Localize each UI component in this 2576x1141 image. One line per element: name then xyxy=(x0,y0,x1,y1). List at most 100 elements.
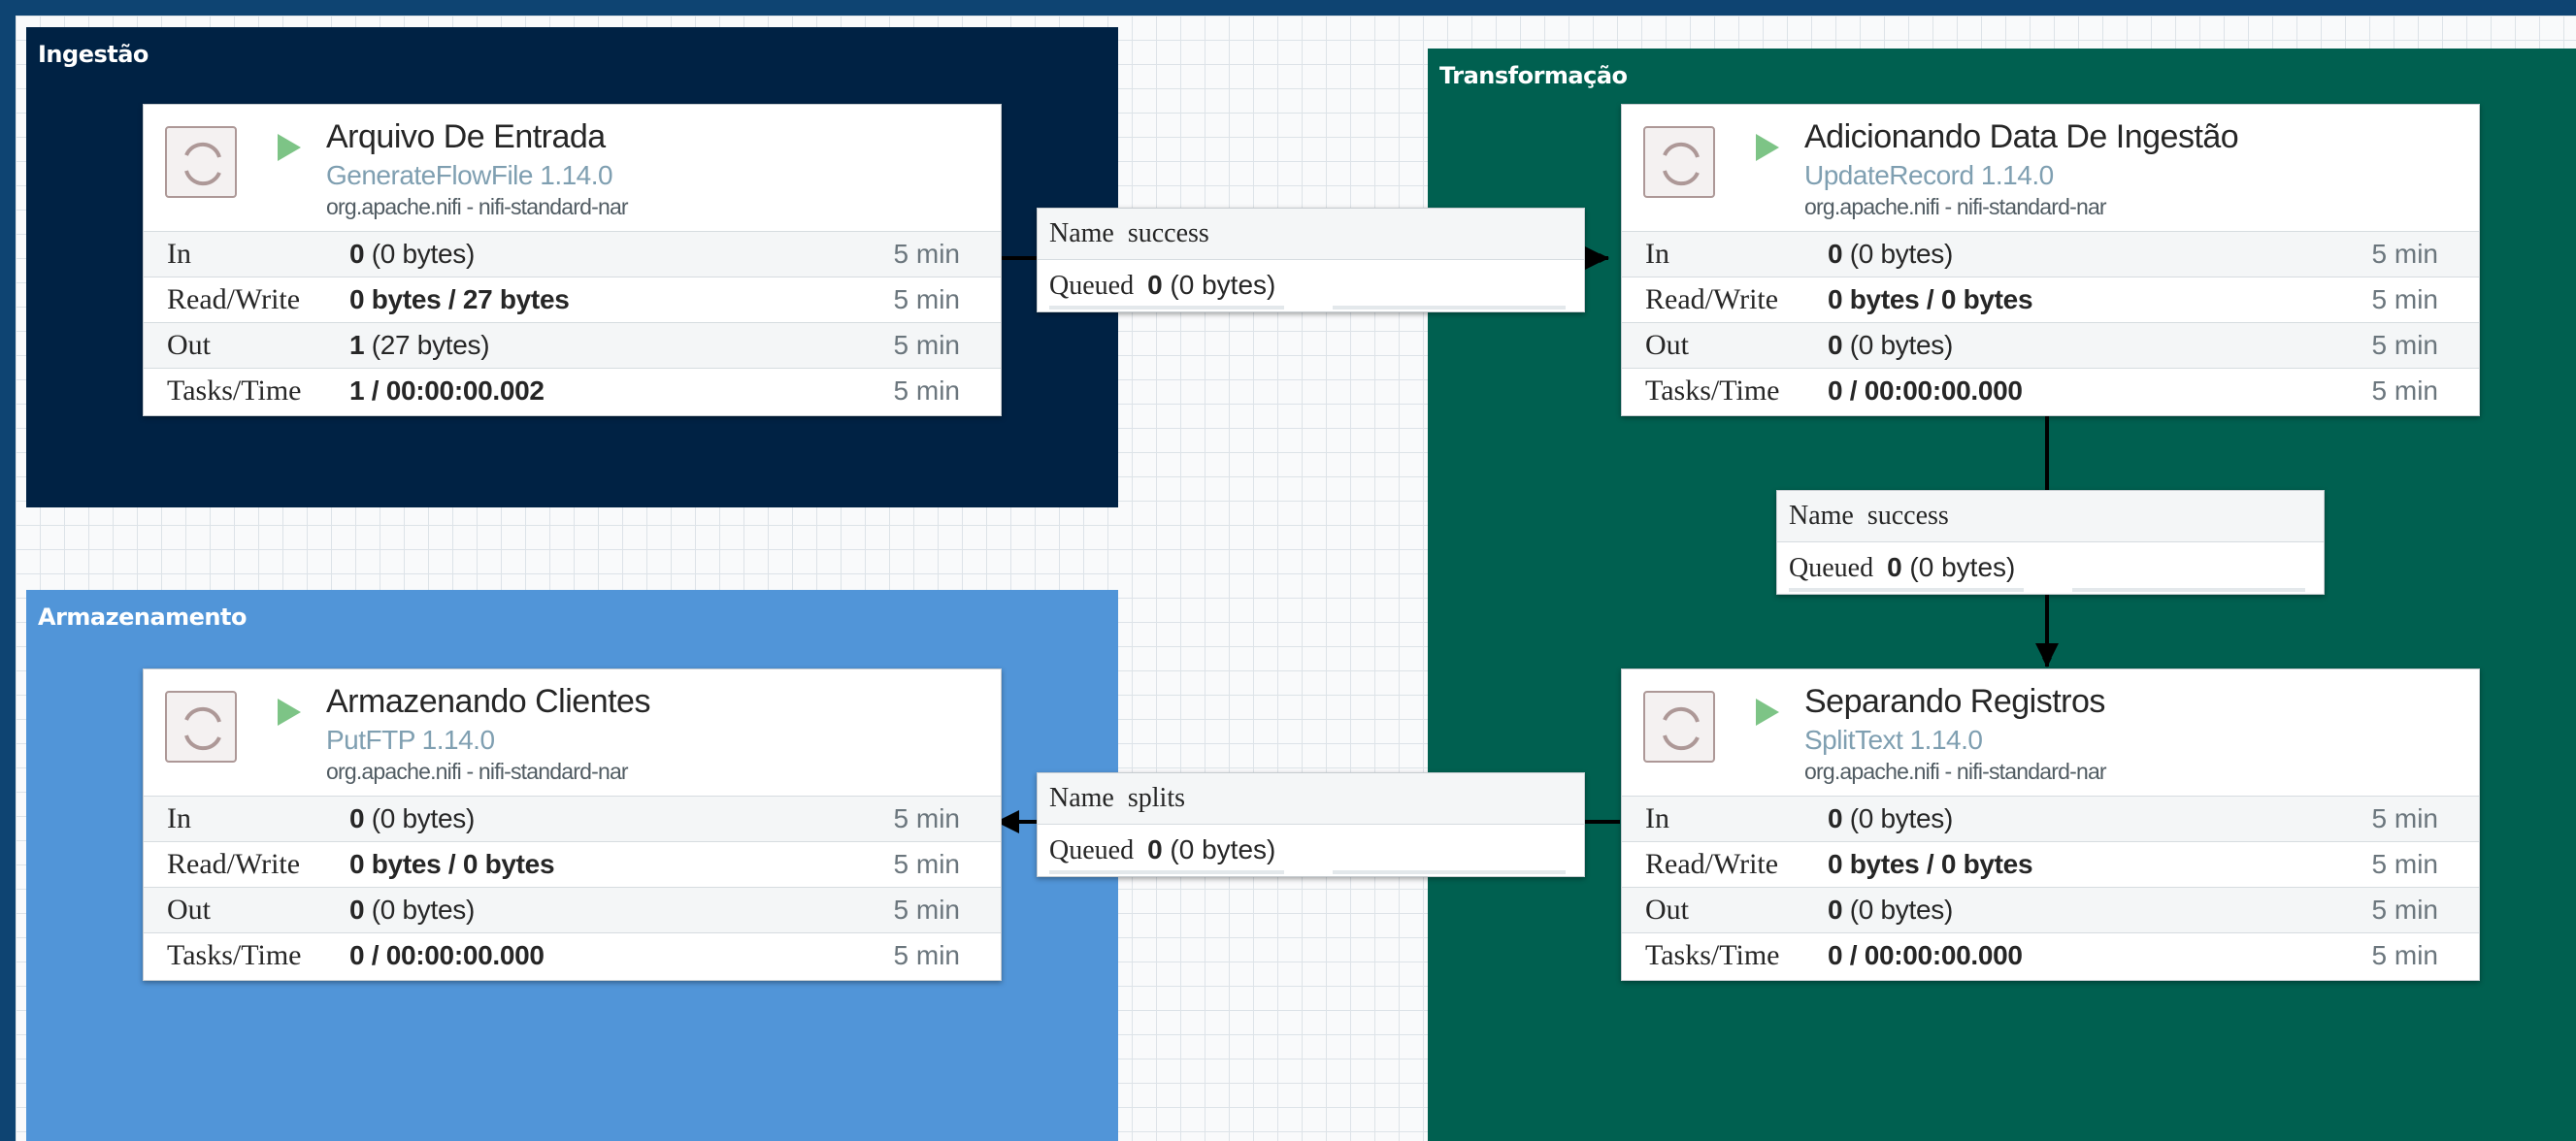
stat-label: Read/Write xyxy=(1645,283,1779,315)
processor-armazenando-clientes[interactable]: Armazenando Clientes PutFTP 1.14.0 org.a… xyxy=(143,668,1002,981)
stat-value: 0 / 00:00:00.000 xyxy=(349,940,545,970)
play-icon xyxy=(1756,134,1779,161)
stat-row-in: In 0 (0 bytes) 5 min xyxy=(144,231,1001,277)
connection-label-splits[interactable]: Name splits Queued 0 (0 bytes) xyxy=(1037,772,1585,877)
play-icon xyxy=(278,134,301,161)
stat-row-read-write: Read/Write 0 bytes / 0 bytes 5 min xyxy=(1622,841,2479,887)
flow-canvas[interactable]: Ingestão Armazenamento Transformação Arq… xyxy=(16,16,2576,1141)
processor-type: GenerateFlowFile 1.14.0 xyxy=(326,160,613,190)
stat-window: 5 min xyxy=(893,239,960,269)
stat-value: 0 (0 bytes) xyxy=(1828,239,1953,269)
stat-row-in: In 0 (0 bytes) 5 min xyxy=(144,796,1001,841)
connection-name-row: Name success xyxy=(1777,491,2324,542)
connection-label-success[interactable]: Name success Queued 0 (0 bytes) xyxy=(1776,490,2325,595)
stat-row-read-write: Read/Write 0 bytes / 0 bytes 5 min xyxy=(1622,277,2479,322)
processor-stats: In 0 (0 bytes) 5 min Read/Write 0 bytes … xyxy=(1622,796,2479,978)
stat-value: 0 bytes / 0 bytes xyxy=(1828,849,2033,879)
stat-label: Out xyxy=(167,894,211,926)
processor-stats: In 0 (0 bytes) 5 min Read/Write 0 bytes … xyxy=(144,796,1001,978)
stat-label: Tasks/Time xyxy=(167,375,302,407)
stat-window: 5 min xyxy=(2371,375,2438,406)
processor-type: UpdateRecord 1.14.0 xyxy=(1804,160,2054,190)
stat-row-read-write: Read/Write 0 bytes / 27 bytes 5 min xyxy=(144,277,1001,322)
processor-icon xyxy=(165,126,237,198)
stat-label: In xyxy=(1645,802,1669,834)
stat-row-out: Out 0 (0 bytes) 5 min xyxy=(144,887,1001,932)
play-icon xyxy=(1756,699,1779,726)
stat-value: 0 (0 bytes) xyxy=(349,895,475,925)
stat-window: 5 min xyxy=(893,330,960,360)
stat-row-read-write: Read/Write 0 bytes / 0 bytes 5 min xyxy=(144,841,1001,887)
connection-name-row: Name splits xyxy=(1038,773,1584,825)
stat-row-in: In 0 (0 bytes) 5 min xyxy=(1622,796,2479,841)
queue-progress-bar xyxy=(1049,306,1284,310)
stat-window: 5 min xyxy=(893,895,960,925)
connection-name-row: Name success xyxy=(1038,209,1584,260)
stat-value: 0 (0 bytes) xyxy=(1828,803,1953,833)
stat-row-tasks-time: Tasks/Time 0 / 00:00:00.000 5 min xyxy=(1622,368,2479,413)
stat-value: 1 (27 bytes) xyxy=(349,330,490,360)
stat-value: 0 (0 bytes) xyxy=(1828,895,1953,925)
queue-progress-bar xyxy=(1789,588,2024,592)
processor-name: Separando Registros xyxy=(1804,683,2105,720)
stat-row-out: Out 0 (0 bytes) 5 min xyxy=(1622,322,2479,368)
processor-type: SplitText 1.14.0 xyxy=(1804,725,1983,755)
stat-window: 5 min xyxy=(893,284,960,314)
stat-window: 5 min xyxy=(893,940,960,970)
stat-value: 0 / 00:00:00.000 xyxy=(1828,375,2023,406)
processor-icon xyxy=(1643,691,1715,763)
processor-stats: In 0 (0 bytes) 5 min Read/Write 0 bytes … xyxy=(144,231,1001,413)
connection-label-success[interactable]: Name success Queued 0 (0 bytes) xyxy=(1037,208,1585,312)
processor-header: Adicionando Data De Ingestão UpdateRecor… xyxy=(1622,105,2479,231)
connection-queued-key: Queued xyxy=(1049,271,1135,301)
stat-label: Read/Write xyxy=(167,848,301,880)
processor-name: Adicionando Data De Ingestão xyxy=(1804,118,2239,155)
stat-label: Read/Write xyxy=(167,283,301,315)
connection-queued-row: Queued 0 (0 bytes) xyxy=(1777,542,2324,594)
processor-stats: In 0 (0 bytes) 5 min Read/Write 0 bytes … xyxy=(1622,231,2479,413)
stat-label: Out xyxy=(1645,329,1689,361)
stat-value: 0 bytes / 0 bytes xyxy=(1828,284,2033,314)
stat-window: 5 min xyxy=(2371,803,2438,833)
processor-header: Separando Registros SplitText 1.14.0 org… xyxy=(1622,669,2479,796)
stat-label: In xyxy=(167,238,191,270)
stat-value: 1 / 00:00:00.002 xyxy=(349,375,545,406)
stat-row-out: Out 1 (27 bytes) 5 min xyxy=(144,322,1001,368)
processor-header: Arquivo De Entrada GenerateFlowFile 1.14… xyxy=(144,105,1001,231)
connection-queued-key: Queued xyxy=(1789,553,1874,583)
stat-label: In xyxy=(167,802,191,834)
connection-name-key: Name xyxy=(1789,501,1854,531)
stat-window: 5 min xyxy=(2371,239,2438,269)
processor-bundle: org.apache.nifi - nifi-standard-nar xyxy=(1804,759,2107,784)
connection-queued-key: Queued xyxy=(1049,835,1135,865)
stat-label: Read/Write xyxy=(1645,848,1779,880)
processor-arquivo-de-entrada[interactable]: Arquivo De Entrada GenerateFlowFile 1.14… xyxy=(143,104,1002,416)
processor-name: Armazenando Clientes xyxy=(326,683,650,720)
stat-row-tasks-time: Tasks/Time 1 / 00:00:00.002 5 min xyxy=(144,368,1001,413)
processor-header: Armazenando Clientes PutFTP 1.14.0 org.a… xyxy=(144,669,1001,796)
connection-queued-row: Queued 0 (0 bytes) xyxy=(1038,260,1584,311)
stat-value: 0 (0 bytes) xyxy=(1828,330,1953,360)
connection-name-value: success xyxy=(1866,501,1949,531)
stat-value: 0 (0 bytes) xyxy=(349,239,475,269)
stat-value: 0 (0 bytes) xyxy=(349,803,475,833)
stat-window: 5 min xyxy=(2371,849,2438,879)
stat-label: Tasks/Time xyxy=(1645,375,1780,407)
queue-progress-bar xyxy=(1049,870,1284,874)
queue-progress-bar xyxy=(1333,870,1566,874)
queue-progress-bar xyxy=(2072,588,2305,592)
stat-label: Out xyxy=(167,329,211,361)
stat-value: 0 / 00:00:00.000 xyxy=(1828,940,2023,970)
connection-queued-value: 0 (0 bytes) xyxy=(1147,834,1276,864)
stat-window: 5 min xyxy=(893,849,960,879)
processor-separando-registros[interactable]: Separando Registros SplitText 1.14.0 org… xyxy=(1621,668,2480,981)
stat-window: 5 min xyxy=(2371,895,2438,925)
stat-row-tasks-time: Tasks/Time 0 / 00:00:00.000 5 min xyxy=(144,932,1001,978)
connection-queued-value: 0 (0 bytes) xyxy=(1887,552,2016,582)
stat-row-out: Out 0 (0 bytes) 5 min xyxy=(1622,887,2479,932)
connection-name-key: Name xyxy=(1049,218,1114,248)
stat-window: 5 min xyxy=(893,803,960,833)
processor-adicionando-data-de-ingestao[interactable]: Adicionando Data De Ingestão UpdateRecor… xyxy=(1621,104,2480,416)
connection-queued-row: Queued 0 (0 bytes) xyxy=(1038,825,1584,876)
stat-window: 5 min xyxy=(893,375,960,406)
